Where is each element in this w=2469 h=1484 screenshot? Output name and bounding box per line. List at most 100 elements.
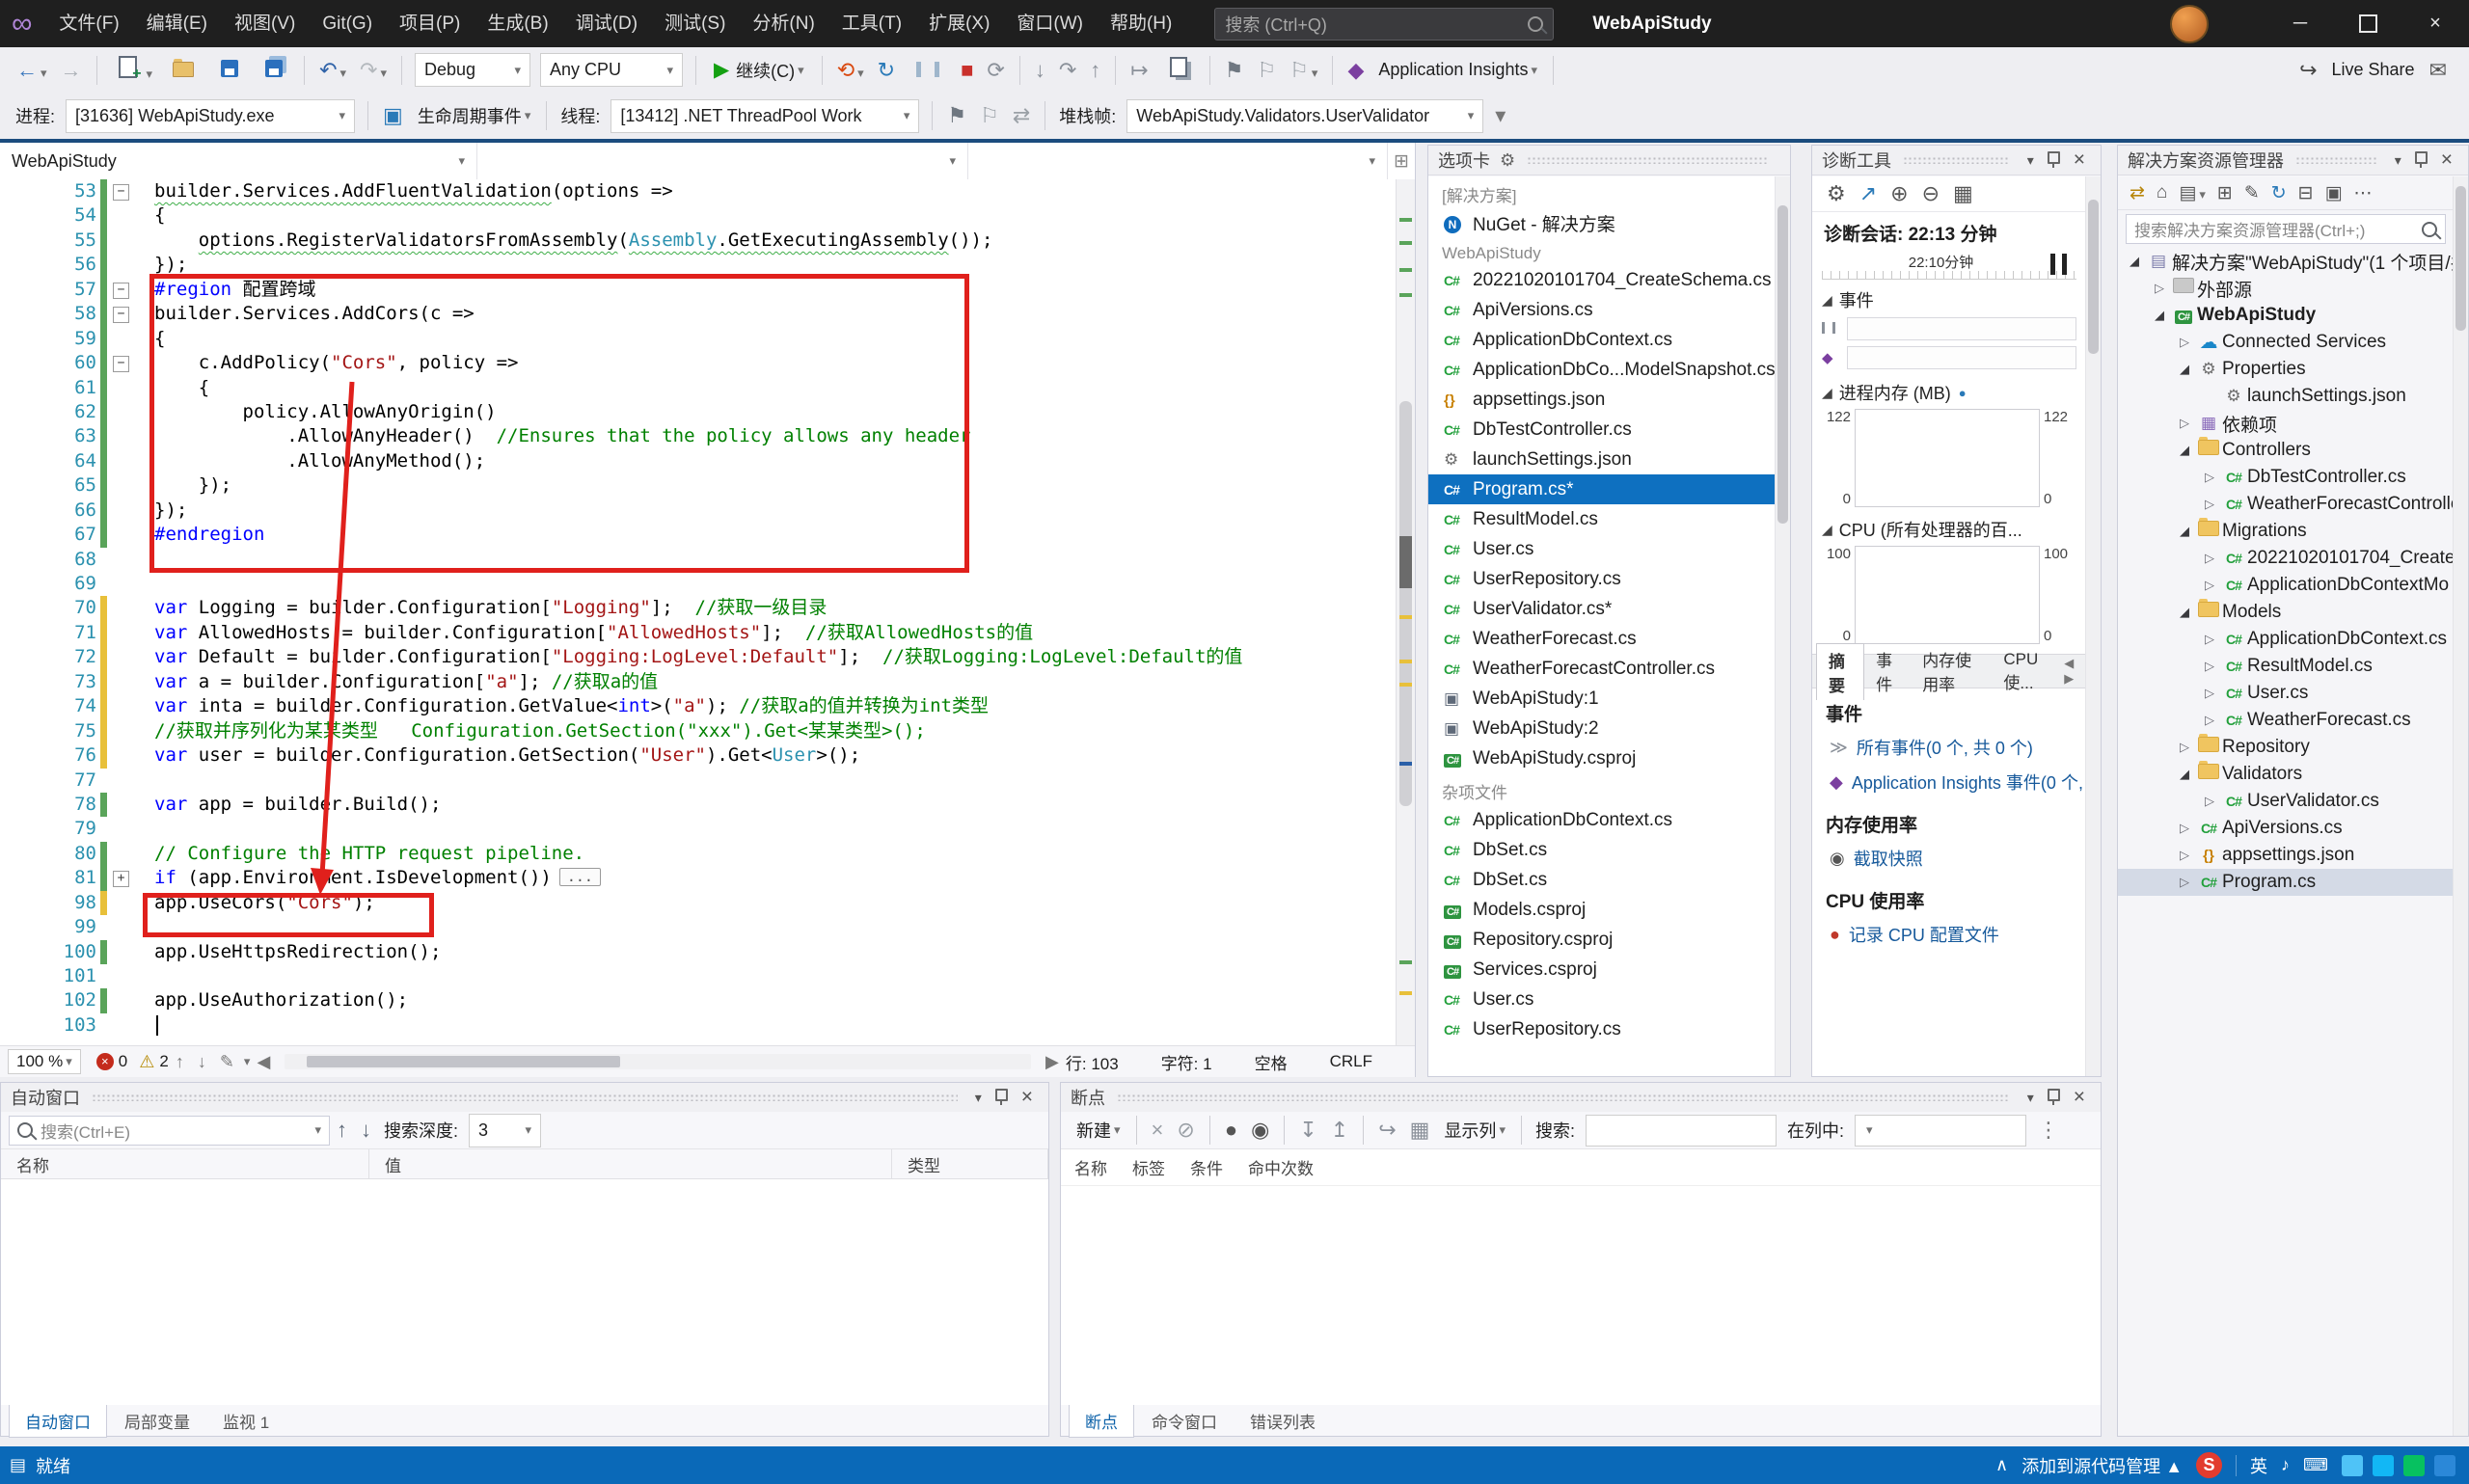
- open-document-item[interactable]: ⚙ launchSettings.json: [1428, 445, 1776, 474]
- menu-视图(V)[interactable]: 视图(V): [221, 0, 309, 47]
- open-document-item[interactable]: C# ResultModel.cs: [1428, 504, 1776, 534]
- code-line[interactable]: 81 + if (app.Environment.IsDevelopment()).…: [0, 866, 1397, 891]
- pin-icon[interactable]: [2414, 150, 2428, 168]
- export-breakpoints-icon[interactable]: ↧: [1292, 1118, 1323, 1143]
- fold-collapse-icon[interactable]: −: [113, 356, 129, 373]
- open-document-item[interactable]: C# UserRepository.cs: [1428, 564, 1776, 594]
- tree-item-User.cs[interactable]: ▷ C# User.cs: [2118, 680, 2454, 707]
- menu-编辑(E)[interactable]: 编辑(E): [133, 0, 221, 47]
- code-line[interactable]: 80 // Configure the HTTP request pipeline…: [0, 841, 1397, 867]
- breakpoints-header[interactable]: 断点 ▾ ×: [1061, 1083, 2101, 1113]
- expanded-arrow-icon[interactable]: ◢: [2124, 254, 2145, 269]
- code-line[interactable]: 59 {: [0, 326, 1397, 352]
- gear-icon[interactable]: ⚙: [1500, 150, 1515, 171]
- breakpoint-search-input[interactable]: [1585, 1114, 1777, 1147]
- open-file-icon[interactable]: [159, 58, 207, 83]
- in-column-input[interactable]: ▾: [1855, 1114, 2026, 1147]
- open-document-item[interactable]: C# DbTestController.cs: [1428, 415, 1776, 445]
- show-threads-in-source-icon[interactable]: ⇄: [1006, 103, 1037, 128]
- column-header-标签[interactable]: 标签: [1132, 1155, 1165, 1179]
- collapsed-region-box[interactable]: ...: [558, 868, 601, 887]
- collapsed-arrow-icon[interactable]: ▷: [2174, 740, 2195, 755]
- show-next-statement-icon[interactable]: ↦: [1124, 58, 1154, 83]
- stop-debugging-icon[interactable]: ■: [954, 58, 980, 83]
- tray-app-wechat-icon[interactable]: [2403, 1454, 2425, 1476]
- autos-tab-局部变量[interactable]: 局部变量: [109, 1405, 205, 1437]
- fold-collapse-icon[interactable]: −: [113, 307, 129, 324]
- menu-项目(P)[interactable]: 项目(P): [386, 0, 474, 47]
- collapsed-arrow-icon[interactable]: ▷: [2199, 551, 2220, 566]
- tree-item-WeatherForecastControlle[interactable]: ▷ C# WeatherForecastControlle: [2118, 491, 2454, 518]
- breakpoints-tab-错误列表[interactable]: 错误列表: [1234, 1405, 1331, 1437]
- tree-item-WebApiStudy[interactable]: ◢ C# WebApiStudy: [2118, 302, 2454, 329]
- thread-select[interactable]: [13412] .NET ThreadPool Work ▾: [610, 98, 920, 133]
- tree-item-ApiVersions.cs[interactable]: ▷ C# ApiVersions.cs: [2118, 815, 2454, 842]
- collapsed-arrow-icon[interactable]: ▷: [2149, 281, 2170, 296]
- tree-item-Migrations[interactable]: ◢ Migrations: [2118, 518, 2454, 545]
- live-share-icon[interactable]: ↪: [2293, 58, 2323, 83]
- solution-search-input[interactable]: 搜索解决方案资源管理器(Ctrl+;): [2126, 214, 2446, 244]
- error-icon[interactable]: ×: [95, 1053, 114, 1070]
- columns-icon[interactable]: ▦: [1403, 1118, 1437, 1143]
- scrollbar-thumb[interactable]: [1777, 205, 1788, 524]
- code-line[interactable]: 72 var Default = builder.Configuration["L…: [0, 645, 1397, 670]
- restart-icon[interactable]: ↻: [871, 58, 902, 83]
- scroll-right-icon[interactable]: ▶: [1039, 1052, 1066, 1072]
- tree-item-DbTestController.cs[interactable]: ▷ C# DbTestController.cs: [2118, 464, 2454, 491]
- home-icon[interactable]: ⌂: [2151, 182, 2173, 203]
- autos-search-input[interactable]: 搜索(Ctrl+E) ▾: [9, 1115, 330, 1146]
- tree-item-ApplicationDbContextMo[interactable]: ▷ C# ApplicationDbContextMo: [2118, 572, 2454, 599]
- breakpoints-tab-命令窗口[interactable]: 命令窗口: [1136, 1405, 1233, 1437]
- open-document-item[interactable]: C# Services.csproj: [1428, 955, 1776, 985]
- autos-tab-监视 1[interactable]: 监视 1: [207, 1405, 285, 1437]
- code-line[interactable]: 58− builder.Services.AddCors(c =>: [0, 302, 1397, 327]
- drag-grip[interactable]: [1117, 1093, 2010, 1101]
- code-line[interactable]: 66});: [0, 498, 1397, 524]
- collapsed-arrow-icon[interactable]: ▷: [2174, 848, 2195, 863]
- column-header-名称[interactable]: 名称: [1074, 1155, 1107, 1179]
- code-line[interactable]: 57− #region 配置跨域: [0, 277, 1397, 303]
- code-line[interactable]: 98 app.UseCors("Cors");: [0, 890, 1397, 916]
- import-breakpoints-icon[interactable]: ↥: [1324, 1118, 1355, 1143]
- scrollbar-thumb[interactable]: [1399, 401, 1412, 806]
- touch-keyboard-icon[interactable]: ⌨: [2303, 1455, 2328, 1475]
- account-avatar[interactable]: [2170, 4, 2209, 43]
- scroll-left-icon[interactable]: ◀: [250, 1052, 277, 1072]
- drag-grip[interactable]: [92, 1093, 958, 1101]
- toggle-all-breakpoints-icon[interactable]: ◉: [1244, 1118, 1276, 1143]
- step-out-icon[interactable]: ↑: [1083, 58, 1107, 83]
- delete-all-breakpoints-icon[interactable]: ⊘: [1170, 1118, 1201, 1143]
- code-line[interactable]: 100 app.UseHttpsRedirection();: [0, 939, 1397, 964]
- quick-search-input[interactable]: 搜索 (Ctrl+Q): [1214, 7, 1555, 40]
- open-document-item-selected[interactable]: C# Program.cs*: [1428, 474, 1776, 504]
- pin-icon[interactable]: [994, 1088, 1008, 1105]
- search-down-icon[interactable]: ↓: [354, 1118, 378, 1143]
- speech-icon[interactable]: ♪: [2281, 1455, 2290, 1475]
- timeline-ruler[interactable]: 22:10分钟: [1822, 250, 2076, 280]
- code-line[interactable]: 62 policy.AllowAnyOrigin(): [0, 399, 1397, 425]
- collapsed-arrow-icon[interactable]: ▷: [2199, 686, 2220, 701]
- s-app-tray-icon[interactable]: S: [2196, 1452, 2223, 1478]
- drag-grip[interactable]: [1903, 156, 2010, 164]
- tray-app-blue-icon[interactable]: [2342, 1454, 2363, 1476]
- code-line[interactable]: 56});: [0, 253, 1397, 278]
- tabs-panel-header[interactable]: 选项卡 ⚙: [1428, 146, 1790, 175]
- delete-breakpoint-icon[interactable]: ×: [1145, 1118, 1171, 1143]
- open-document-item[interactable]: C# User.cs: [1428, 985, 1776, 1014]
- search-depth-select[interactable]: 3 ▾: [469, 1113, 542, 1147]
- code-line[interactable]: 79: [0, 817, 1397, 841]
- expanded-arrow-icon[interactable]: ◢: [2149, 308, 2170, 323]
- close-button[interactable]: ×: [2401, 0, 2469, 47]
- code-line[interactable]: 67 #endregion: [0, 523, 1397, 548]
- menu-扩展(X)[interactable]: 扩展(X): [915, 0, 1003, 47]
- solution-platform-select[interactable]: Any CPU ▾: [540, 53, 683, 87]
- autos-header[interactable]: 自动窗口 ▾ ×: [1, 1083, 1048, 1113]
- code-line[interactable]: 103: [0, 1013, 1397, 1038]
- sync-with-active-document-icon[interactable]: ⇄: [2124, 182, 2151, 204]
- close-icon[interactable]: ×: [2435, 148, 2458, 172]
- open-document-item[interactable]: C# WeatherForecast.cs: [1428, 624, 1776, 654]
- warning-icon[interactable]: ⚠: [139, 1052, 154, 1072]
- editor-horizontal-scrollbar[interactable]: [285, 1054, 1032, 1069]
- code-line[interactable]: 78 var app = builder.Build();: [0, 792, 1397, 818]
- close-icon[interactable]: ×: [1016, 1086, 1039, 1109]
